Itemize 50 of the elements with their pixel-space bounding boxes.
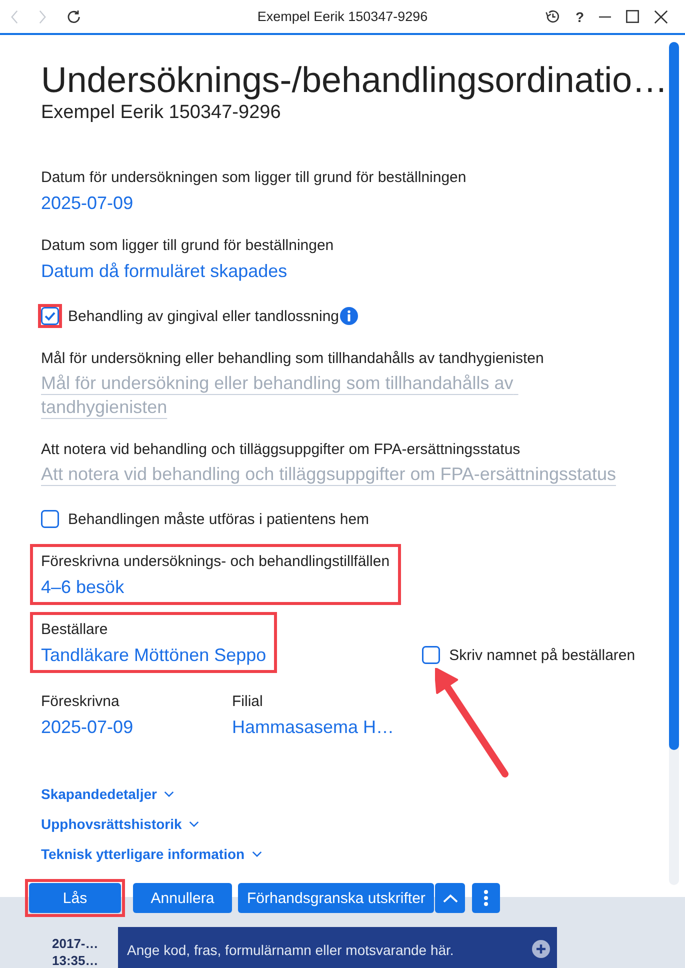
patient-name: Exempel Eerik 150347-9296	[41, 101, 282, 125]
field-label: Mål för undersökning eller behandling som tillhandahålls av tandhygienisten	[41, 349, 545, 369]
field-label: Beställare	[41, 620, 109, 640]
field-label: Datum för undersökningen som ligger till grund för beställningen	[41, 168, 466, 188]
clock-history-icon[interactable]	[545, 9, 560, 24]
scrollbar-thumb[interactable]	[669, 42, 679, 750]
command-field[interactable]: Ange kod, fras, formulärnamn eller motsvarande här.	[118, 927, 557, 968]
more-button[interactable]	[472, 883, 500, 913]
plus-icon[interactable]	[532, 940, 550, 958]
help-button[interactable]: ?	[575, 8, 584, 24]
chevron-up-icon	[442, 894, 458, 902]
checkbox[interactable]	[41, 510, 59, 528]
reload-icon[interactable]	[67, 10, 81, 24]
field-value[interactable]: 2025-07-09	[41, 715, 232, 739]
vertical-dots-icon	[484, 890, 488, 906]
section-toggle[interactable]: Skapandedetaljer	[41, 779, 174, 809]
checkbox-label: Behandling av gingival eller tandlossning	[68, 308, 340, 324]
field-value[interactable]: Hammasasema H…	[232, 715, 394, 739]
field-value[interactable]: 2025-07-09	[41, 191, 466, 215]
field-label: Föreskrivna	[41, 692, 120, 712]
maximize-icon[interactable]	[626, 10, 639, 23]
field-value[interactable]: Datum då formuläret skapades	[41, 259, 334, 283]
field-label: Att notera vid behandling och tilläggsuppgifter om FPA-ersättningsstatus	[41, 440, 522, 460]
scrollbar-track[interactable]	[669, 42, 679, 885]
checkbox-label: Skriv namnet på beställaren	[449, 646, 636, 664]
expand-button[interactable]	[435, 883, 466, 913]
action-button[interactable]: Lås	[29, 883, 121, 913]
entry-date: 2017-…	[52, 935, 100, 952]
action-button[interactable]: Förhandsgranska utskrifter	[238, 883, 434, 913]
action-button[interactable]: Annullera	[133, 883, 232, 913]
field-label: Föreskrivna undersöknings- och behandlingstillfällen	[41, 552, 390, 572]
checkbox-label: Behandlingen måste utföras i patientens hem	[68, 510, 370, 528]
section-toggle[interactable]: Teknisk ytterligare information	[41, 839, 262, 869]
form-title: Undersöknings-/behandlingsordinatio…	[41, 59, 669, 101]
field-label: Filial	[232, 692, 264, 712]
text-field[interactable]: Att notera vid behandling och tilläggsuppgifter om FPA-ersättningsstatus	[41, 462, 637, 486]
window-title: Exempel Eerik 150347-9296	[257, 9, 428, 24]
field-label: Datum som ligger till grund för beställningen	[41, 236, 334, 256]
section-toggle[interactable]: Upphovsrättshistorik	[41, 809, 199, 839]
chevron-down-icon	[164, 791, 174, 797]
minimize-icon[interactable]	[599, 16, 611, 18]
chevron-down-icon	[252, 851, 262, 857]
checkbox[interactable]	[422, 646, 440, 664]
info-icon[interactable]	[340, 307, 358, 325]
close-icon[interactable]	[654, 10, 668, 24]
entry-time: 13:35…	[52, 952, 100, 968]
chevron-down-icon	[188, 821, 199, 827]
text-field[interactable]: Mål för undersökning eller behandling som tillhandahålls av tandhygienisten	[41, 371, 637, 419]
field-value[interactable]: Tandläkare Möttönen Seppo	[41, 643, 266, 667]
field-value[interactable]: 4–6 besök	[41, 575, 390, 599]
